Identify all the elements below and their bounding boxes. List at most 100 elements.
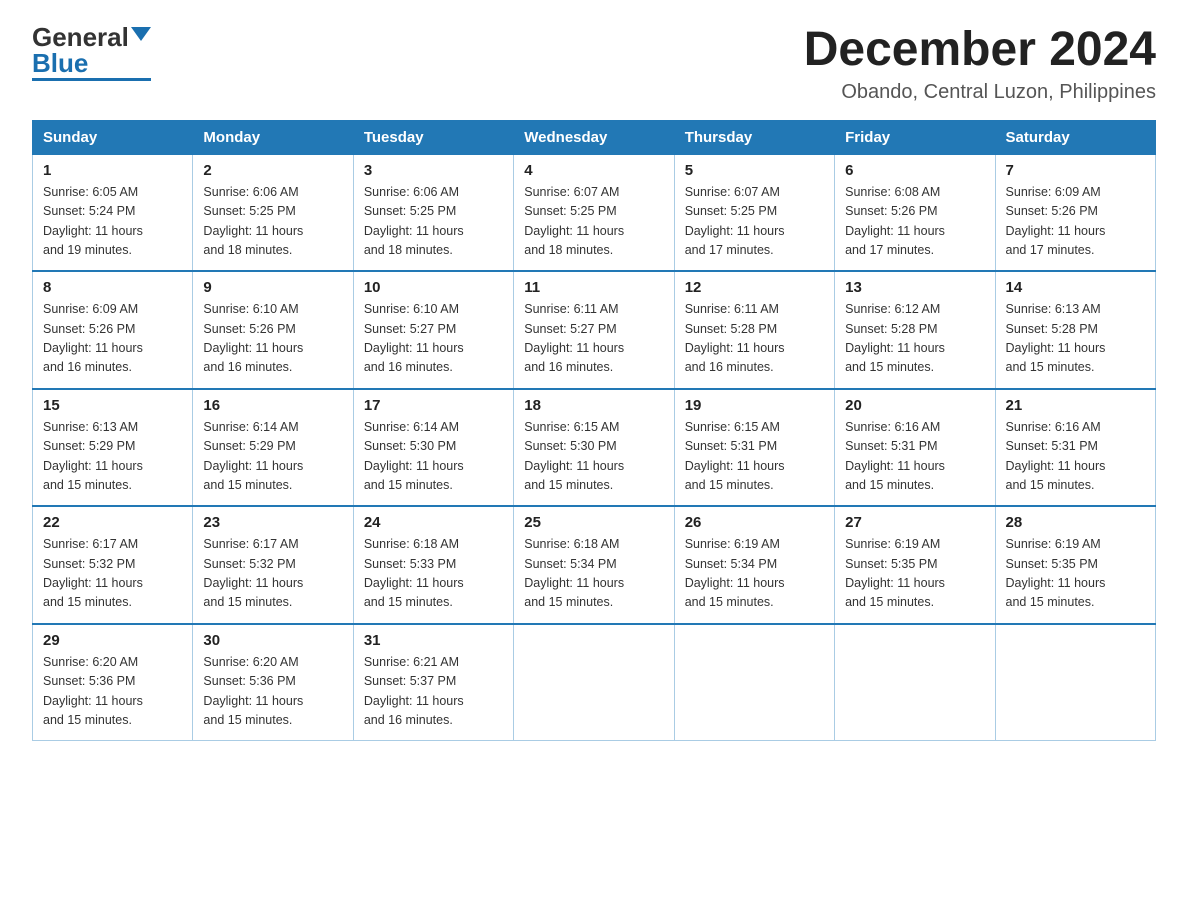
day-number: 12 [685, 279, 824, 296]
day-info: Sunrise: 6:12 AM Sunset: 5:28 PM Dayligh… [845, 300, 984, 378]
day-info: Sunrise: 6:09 AM Sunset: 5:26 PM Dayligh… [43, 300, 182, 378]
day-info: Sunrise: 6:21 AM Sunset: 5:37 PM Dayligh… [364, 653, 503, 731]
day-info: Sunrise: 6:16 AM Sunset: 5:31 PM Dayligh… [1006, 418, 1145, 496]
day-info: Sunrise: 6:20 AM Sunset: 5:36 PM Dayligh… [203, 653, 342, 731]
logo-triangle-icon [131, 27, 151, 41]
weekday-header-monday: Monday [193, 120, 353, 154]
calendar-cell: 21 Sunrise: 6:16 AM Sunset: 5:31 PM Dayli… [995, 389, 1155, 507]
day-info: Sunrise: 6:16 AM Sunset: 5:31 PM Dayligh… [845, 418, 984, 496]
day-info: Sunrise: 6:05 AM Sunset: 5:24 PM Dayligh… [43, 183, 182, 261]
month-title: December 2024 [804, 24, 1156, 77]
day-number: 30 [203, 632, 342, 649]
day-number: 29 [43, 632, 182, 649]
day-number: 16 [203, 397, 342, 414]
calendar-cell [674, 624, 834, 741]
day-number: 9 [203, 279, 342, 296]
day-info: Sunrise: 6:20 AM Sunset: 5:36 PM Dayligh… [43, 653, 182, 731]
day-number: 1 [43, 162, 182, 179]
day-info: Sunrise: 6:19 AM Sunset: 5:35 PM Dayligh… [1006, 535, 1145, 613]
day-info: Sunrise: 6:11 AM Sunset: 5:28 PM Dayligh… [685, 300, 824, 378]
day-number: 23 [203, 514, 342, 531]
day-number: 3 [364, 162, 503, 179]
day-number: 15 [43, 397, 182, 414]
calendar-cell: 14Sunrise: 6:13 AM Sunset: 5:28 PM Dayli… [995, 271, 1155, 389]
calendar-cell: 18Sunrise: 6:15 AM Sunset: 5:30 PM Dayli… [514, 389, 674, 507]
day-number: 25 [524, 514, 663, 531]
day-number: 5 [685, 162, 824, 179]
day-info: Sunrise: 6:08 AM Sunset: 5:26 PM Dayligh… [845, 183, 984, 261]
day-number: 13 [845, 279, 984, 296]
weekday-header-saturday: Saturday [995, 120, 1155, 154]
calendar-cell: 7 Sunrise: 6:09 AM Sunset: 5:26 PM Daylig… [995, 154, 1155, 271]
day-number: 27 [845, 514, 984, 531]
calendar-cell: 12 Sunrise: 6:11 AM Sunset: 5:28 PM Dayli… [674, 271, 834, 389]
calendar-cell: 2 Sunrise: 6:06 AM Sunset: 5:25 PM Daylig… [193, 154, 353, 271]
calendar-cell: 19Sunrise: 6:15 AM Sunset: 5:31 PM Dayli… [674, 389, 834, 507]
calendar-week-row: 29 Sunrise: 6:20 AM Sunset: 5:36 PM Dayli… [33, 624, 1156, 741]
calendar-cell: 16Sunrise: 6:14 AM Sunset: 5:29 PM Dayli… [193, 389, 353, 507]
weekday-header-row: SundayMondayTuesdayWednesdayThursdayFrid… [33, 120, 1156, 154]
location-subtitle: Obando, Central Luzon, Philippines [804, 81, 1156, 104]
day-info: Sunrise: 6:13 AM Sunset: 5:28 PM Dayligh… [1006, 300, 1145, 378]
day-info: Sunrise: 6:14 AM Sunset: 5:30 PM Dayligh… [364, 418, 503, 496]
day-info: Sunrise: 6:11 AM Sunset: 5:27 PM Dayligh… [524, 300, 663, 378]
day-info: Sunrise: 6:06 AM Sunset: 5:25 PM Dayligh… [364, 183, 503, 261]
calendar-week-row: 15 Sunrise: 6:13 AM Sunset: 5:29 PM Dayli… [33, 389, 1156, 507]
day-number: 11 [524, 279, 663, 296]
day-number: 28 [1006, 514, 1145, 531]
calendar-week-row: 22 Sunrise: 6:17 AM Sunset: 5:32 PM Dayli… [33, 506, 1156, 624]
day-info: Sunrise: 6:07 AM Sunset: 5:25 PM Dayligh… [524, 183, 663, 261]
title-block: December 2024 Obando, Central Luzon, Phi… [804, 24, 1156, 104]
calendar-week-row: 1 Sunrise: 6:05 AM Sunset: 5:24 PM Daylig… [33, 154, 1156, 271]
calendar-cell [995, 624, 1155, 741]
weekday-header-tuesday: Tuesday [353, 120, 513, 154]
day-number: 7 [1006, 162, 1145, 179]
calendar-cell [514, 624, 674, 741]
day-number: 17 [364, 397, 503, 414]
weekday-header-friday: Friday [835, 120, 995, 154]
calendar-cell: 15 Sunrise: 6:13 AM Sunset: 5:29 PM Dayli… [33, 389, 193, 507]
day-number: 4 [524, 162, 663, 179]
day-number: 18 [524, 397, 663, 414]
weekday-header-sunday: Sunday [33, 120, 193, 154]
day-info: Sunrise: 6:19 AM Sunset: 5:35 PM Dayligh… [845, 535, 984, 613]
day-number: 22 [43, 514, 182, 531]
calendar-cell: 4 Sunrise: 6:07 AM Sunset: 5:25 PM Daylig… [514, 154, 674, 271]
day-info: Sunrise: 6:13 AM Sunset: 5:29 PM Dayligh… [43, 418, 182, 496]
calendar-cell: 3 Sunrise: 6:06 AM Sunset: 5:25 PM Daylig… [353, 154, 513, 271]
calendar-cell: 8Sunrise: 6:09 AM Sunset: 5:26 PM Daylig… [33, 271, 193, 389]
logo-blue-text: Blue [32, 50, 88, 76]
day-info: Sunrise: 6:07 AM Sunset: 5:25 PM Dayligh… [685, 183, 824, 261]
calendar-cell: 26Sunrise: 6:19 AM Sunset: 5:34 PM Dayli… [674, 506, 834, 624]
day-number: 6 [845, 162, 984, 179]
day-info: Sunrise: 6:15 AM Sunset: 5:31 PM Dayligh… [685, 418, 824, 496]
day-number: 26 [685, 514, 824, 531]
day-info: Sunrise: 6:17 AM Sunset: 5:32 PM Dayligh… [203, 535, 342, 613]
calendar-cell: 10Sunrise: 6:10 AM Sunset: 5:27 PM Dayli… [353, 271, 513, 389]
calendar-cell: 9Sunrise: 6:10 AM Sunset: 5:26 PM Daylig… [193, 271, 353, 389]
calendar-cell: 5 Sunrise: 6:07 AM Sunset: 5:25 PM Daylig… [674, 154, 834, 271]
day-info: Sunrise: 6:06 AM Sunset: 5:25 PM Dayligh… [203, 183, 342, 261]
day-info: Sunrise: 6:18 AM Sunset: 5:33 PM Dayligh… [364, 535, 503, 613]
day-number: 31 [364, 632, 503, 649]
calendar-cell: 1 Sunrise: 6:05 AM Sunset: 5:24 PM Daylig… [33, 154, 193, 271]
calendar-week-row: 8Sunrise: 6:09 AM Sunset: 5:26 PM Daylig… [33, 271, 1156, 389]
calendar-cell: 25Sunrise: 6:18 AM Sunset: 5:34 PM Dayli… [514, 506, 674, 624]
day-number: 24 [364, 514, 503, 531]
logo-general-text: General [32, 24, 129, 50]
calendar-cell: 30 Sunrise: 6:20 AM Sunset: 5:36 PM Dayli… [193, 624, 353, 741]
day-number: 20 [845, 397, 984, 414]
day-number: 21 [1006, 397, 1145, 414]
calendar-table: SundayMondayTuesdayWednesdayThursdayFrid… [32, 120, 1156, 742]
logo: General Blue [32, 24, 151, 81]
day-number: 2 [203, 162, 342, 179]
calendar-cell: 11 Sunrise: 6:11 AM Sunset: 5:27 PM Dayli… [514, 271, 674, 389]
day-info: Sunrise: 6:09 AM Sunset: 5:26 PM Dayligh… [1006, 183, 1145, 261]
day-number: 10 [364, 279, 503, 296]
calendar-cell: 23 Sunrise: 6:17 AM Sunset: 5:32 PM Dayli… [193, 506, 353, 624]
weekday-header-thursday: Thursday [674, 120, 834, 154]
calendar-cell [835, 624, 995, 741]
calendar-cell: 28 Sunrise: 6:19 AM Sunset: 5:35 PM Dayli… [995, 506, 1155, 624]
calendar-cell: 13 Sunrise: 6:12 AM Sunset: 5:28 PM Dayli… [835, 271, 995, 389]
calendar-cell: 17 Sunrise: 6:14 AM Sunset: 5:30 PM Dayli… [353, 389, 513, 507]
